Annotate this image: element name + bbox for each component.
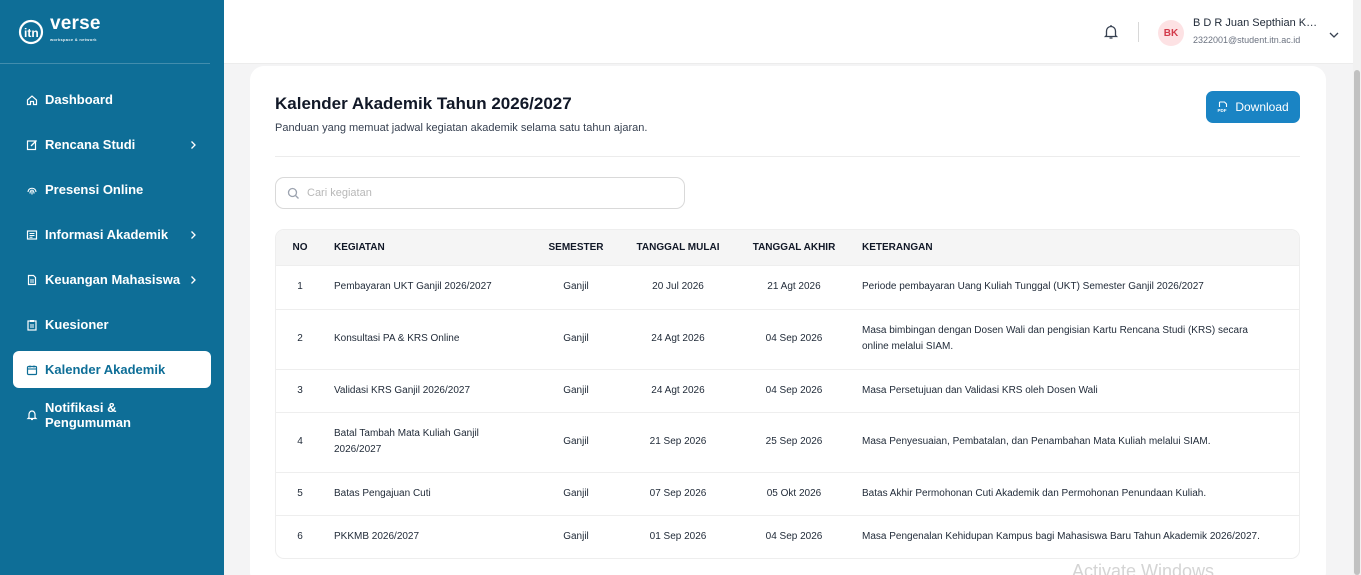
cell-tanggal-akhir: 04 Sep 2026 xyxy=(736,308,852,369)
column-header-semester[interactable]: SEMESTER xyxy=(532,230,620,265)
cell-kegiatan: Konsultasi PA & KRS Online xyxy=(324,308,532,369)
cell-kegiatan: Validasi KRS Ganjil 2026/2027 xyxy=(324,368,532,412)
brand-name: verse workspace & network xyxy=(50,14,101,48)
cell-keterangan: Masa Pengenalan Kehidupan Kampus bagi Ma… xyxy=(852,514,1299,558)
cell-tanggal-mulai: 24 Agt 2026 xyxy=(620,308,736,369)
search-input[interactable] xyxy=(307,187,667,199)
table-header-row: NO KEGIATAN SEMESTER TANGGAL MULAI TANGG… xyxy=(276,230,1299,265)
cell-semester: Ganjil xyxy=(532,411,620,472)
cell-tanggal-akhir: 21 Agt 2026 xyxy=(736,264,852,309)
column-header-kegiatan[interactable]: KEGIATAN xyxy=(324,230,532,265)
column-header-tanggal-mulai[interactable]: TANGGAL MULAI xyxy=(620,230,736,265)
edit-icon xyxy=(26,139,38,151)
user-name[interactable]: B D R Juan Septhian Kurniawan xyxy=(1193,17,1319,29)
cell-keterangan: Masa Penyesuaian, Pembatalan, dan Penamb… xyxy=(852,411,1299,472)
cell-kegiatan: Batal Tambah Mata Kuliah Ganjil 2026/202… xyxy=(324,411,532,472)
sidebar-item-informasi-akademik[interactable]: Informasi Akademik xyxy=(13,216,211,253)
sidebar-item-rencana-studi[interactable]: Rencana Studi xyxy=(13,126,211,163)
sidebar-item-dashboard[interactable]: Dashboard xyxy=(13,81,211,118)
cell-keterangan: Periode pembayaran Uang Kuliah Tunggal (… xyxy=(852,264,1299,309)
sidebar-item-keuangan-mahasiswa[interactable]: Keuangan Mahasiswa xyxy=(13,261,211,298)
cell-tanggal-mulai: 07 Sep 2026 xyxy=(620,471,736,515)
cell-kegiatan: Batas Pengajuan Cuti xyxy=(324,471,532,515)
avatar[interactable]: BK xyxy=(1158,20,1184,46)
topbar-divider xyxy=(1138,22,1139,42)
sidebar: itn verse workspace & network Dashboard … xyxy=(0,0,224,575)
cell-no: 4 xyxy=(276,411,324,472)
cell-tanggal-mulai: 20 Jul 2026 xyxy=(620,264,736,309)
cell-keterangan: Masa Persetujuan dan Validasi KRS oleh D… xyxy=(852,368,1299,412)
brand-tagline: workspace & network xyxy=(50,36,97,42)
os-watermark: Activate Windows xyxy=(1072,561,1215,575)
sidebar-item-notifikasi-pengumuman[interactable]: Notifikasi & Pengumuman xyxy=(13,396,211,433)
table-row[interactable]: 1 Pembayaran UKT Ganjil 2026/2027 Ganjil… xyxy=(276,264,1299,309)
notification-bell-icon[interactable] xyxy=(1102,23,1120,41)
cell-semester: Ganjil xyxy=(532,471,620,515)
chevron-right-icon xyxy=(188,230,198,240)
calendar-icon xyxy=(26,364,38,376)
cell-no: 5 xyxy=(276,471,324,515)
cell-no: 2 xyxy=(276,308,324,369)
cell-semester: Ganjil xyxy=(532,514,620,558)
cell-no: 1 xyxy=(276,264,324,309)
brand-logo[interactable]: itn verse workspace & network xyxy=(0,0,210,64)
cell-tanggal-mulai: 24 Agt 2026 xyxy=(620,368,736,412)
calendar-card: Kalender Akademik Tahun 2026/2027 Pandua… xyxy=(250,66,1326,575)
svg-text:itn: itn xyxy=(24,26,39,40)
page-scrollbar[interactable] xyxy=(1353,0,1361,575)
table-row[interactable]: 4 Batal Tambah Mata Kuliah Ganjil 2026/2… xyxy=(276,411,1299,472)
column-header-no[interactable]: NO xyxy=(276,230,324,265)
page-subtitle: Panduan yang memuat jadwal kegiatan akad… xyxy=(275,122,648,134)
search-icon xyxy=(287,187,300,200)
cell-no: 6 xyxy=(276,514,324,558)
cell-kegiatan: PKKMB 2026/2027 xyxy=(324,514,532,558)
top-bar: BK B D R Juan Septhian Kurniawan 2322001… xyxy=(224,0,1353,64)
chevron-right-icon xyxy=(188,140,198,150)
scrollbar-thumb[interactable] xyxy=(1354,70,1360,575)
cell-keterangan: Batas Akhir Permohonan Cuti Akademik dan… xyxy=(852,471,1299,515)
cell-kegiatan: Pembayaran UKT Ganjil 2026/2027 xyxy=(324,264,532,309)
sidebar-item-presensi-online[interactable]: Presensi Online xyxy=(13,171,211,208)
search-box[interactable] xyxy=(275,177,685,209)
pdf-icon: PDF xyxy=(1217,101,1229,113)
sidebar-item-kuesioner[interactable]: Kuesioner xyxy=(13,306,211,343)
cell-tanggal-akhir: 04 Sep 2026 xyxy=(736,368,852,412)
logo-icon: itn xyxy=(18,19,48,45)
download-label: Download xyxy=(1235,100,1289,114)
clipboard-icon xyxy=(26,319,38,331)
table-row[interactable]: 6 PKKMB 2026/2027 Ganjil 01 Sep 2026 04 … xyxy=(276,514,1299,558)
sidebar-nav: Dashboard Rencana Studi Presensi Online … xyxy=(13,81,211,441)
newspaper-icon xyxy=(26,229,38,241)
table-row[interactable]: 3 Validasi KRS Ganjil 2026/2027 Ganjil 2… xyxy=(276,368,1299,412)
cell-tanggal-akhir: 05 Okt 2026 xyxy=(736,471,852,515)
column-header-keterangan[interactable]: KETERANGAN xyxy=(852,230,1299,265)
fingerprint-icon xyxy=(26,184,38,196)
user-email: 2322001@student.itn.ac.id xyxy=(1193,35,1301,45)
cell-no: 3 xyxy=(276,368,324,412)
svg-text:PDF: PDF xyxy=(1218,108,1227,113)
table-row[interactable]: 2 Konsultasi PA & KRS Online Ganjil 24 A… xyxy=(276,308,1299,369)
bell-icon xyxy=(26,409,38,421)
sidebar-item-kalender-akademik[interactable]: Kalender Akademik xyxy=(13,351,211,388)
column-header-tanggal-akhir[interactable]: TANGGAL AKHIR xyxy=(736,230,852,265)
page-title: Kalender Akademik Tahun 2026/2027 xyxy=(275,94,572,113)
calendar-table: NO KEGIATAN SEMESTER TANGGAL MULAI TANGG… xyxy=(275,229,1300,559)
divider xyxy=(275,156,1300,157)
table-row[interactable]: 5 Batas Pengajuan Cuti Ganjil 07 Sep 202… xyxy=(276,471,1299,515)
cell-tanggal-mulai: 21 Sep 2026 xyxy=(620,411,736,472)
cell-semester: Ganjil xyxy=(532,368,620,412)
chevron-right-icon xyxy=(188,275,198,285)
cell-tanggal-mulai: 01 Sep 2026 xyxy=(620,514,736,558)
cell-keterangan: Masa bimbingan dengan Dosen Wali dan pen… xyxy=(852,308,1299,369)
download-button[interactable]: PDF Download xyxy=(1206,91,1300,123)
cell-semester: Ganjil xyxy=(532,308,620,369)
chevron-down-icon[interactable] xyxy=(1328,27,1340,38)
document-icon xyxy=(26,274,38,286)
cell-semester: Ganjil xyxy=(532,264,620,309)
cell-tanggal-akhir: 04 Sep 2026 xyxy=(736,514,852,558)
cell-tanggal-akhir: 25 Sep 2026 xyxy=(736,411,852,472)
home-icon xyxy=(26,94,38,106)
